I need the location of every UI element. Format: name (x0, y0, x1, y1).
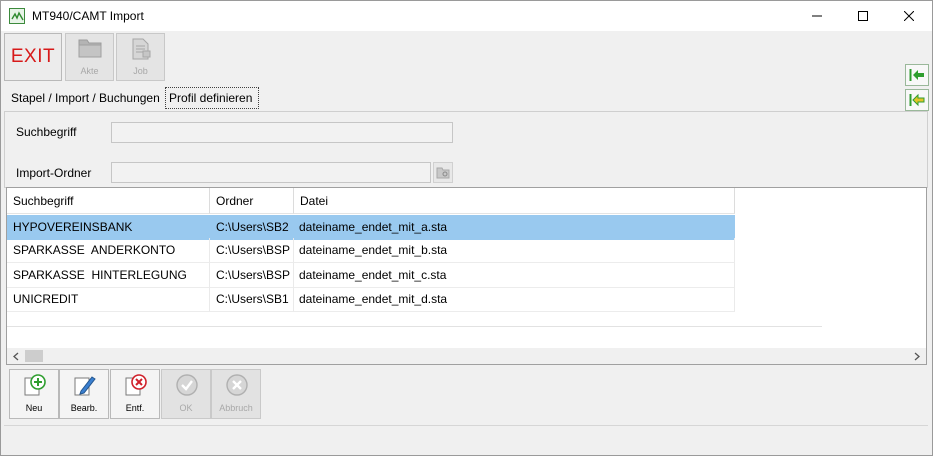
add-icon (24, 374, 46, 396)
folder-browse-icon (436, 167, 450, 178)
browse-folder-button[interactable] (433, 162, 453, 183)
table-row[interactable]: UNICREDIT C:\Users\SB1 dateiname_endet_m… (7, 287, 735, 312)
edit-pencil-icon (74, 376, 96, 396)
column-header-datei[interactable]: Datei (294, 188, 735, 214)
delete-icon (125, 374, 147, 396)
neu-button[interactable]: Neu (9, 369, 59, 419)
arrow-left-green-icon (909, 69, 924, 81)
toolbar: EXIT Akte Job (1, 31, 932, 111)
bearb-label: Bearb. (70, 403, 98, 413)
cell-suchbegriff: UNICREDIT (7, 287, 210, 312)
scroll-thumb[interactable] (25, 350, 43, 362)
exit-button[interactable]: EXIT (4, 33, 62, 81)
akte-label: Akte (80, 66, 99, 76)
cell-datei: dateiname_endet_mit_b.sta (294, 238, 735, 263)
cell-ordner: C:\Users\BSP (210, 238, 294, 263)
suchbegriff-input[interactable] (111, 122, 453, 143)
cell-suchbegriff: SPARKASSE HINTERLEGUNG (7, 263, 210, 288)
column-header-ordner[interactable]: Ordner (210, 188, 294, 214)
abbruch-label: Abbruch (219, 403, 253, 413)
arrow-left-yellow-green-icon (909, 93, 925, 107)
minimize-icon (812, 15, 822, 17)
cell-datei: dateiname_endet_mit_a.sta (294, 215, 735, 240)
chevron-right-icon (914, 352, 920, 360)
bearbeiten-button[interactable]: Bearb. (59, 369, 109, 419)
job-button[interactable]: Job (116, 33, 165, 81)
close-button[interactable] (886, 1, 932, 31)
neu-label: Neu (25, 403, 43, 413)
minimize-button[interactable] (794, 1, 840, 31)
ok-label: OK (179, 403, 193, 413)
check-icon (176, 374, 198, 396)
cell-ordner: C:\Users\SB2 (210, 215, 294, 240)
scroll-left-button[interactable] (11, 351, 21, 361)
akte-button[interactable]: Akte (65, 33, 114, 81)
close-icon (904, 11, 914, 21)
filter-panel: Suchbegriff Import-Ordner (4, 111, 928, 188)
table-row[interactable]: HYPOVEREINSBANK C:\Users\SB2 dateiname_e… (7, 215, 735, 240)
scroll-right-button[interactable] (912, 351, 922, 361)
nav-back-alt-button[interactable] (905, 89, 929, 111)
table-row[interactable]: SPARKASSE HINTERLEGUNG C:\Users\BSP date… (7, 263, 735, 288)
job-label: Job (133, 66, 148, 76)
cell-ordner: C:\Users\SB1 (210, 287, 294, 312)
tab-stapel-import-buchungen[interactable]: Stapel / Import / Buchungen (9, 87, 162, 109)
suchbegriff-label: Suchbegriff (16, 125, 77, 139)
cell-ordner: C:\Users\BSP (210, 263, 294, 288)
cell-datei: dateiname_endet_mit_d.sta (294, 287, 735, 312)
title-bar: MT940/CAMT Import (1, 1, 932, 31)
tab-profil-definieren[interactable]: Profil definieren (165, 87, 259, 109)
entf-label: Entf. (125, 403, 145, 413)
ok-button[interactable]: OK (161, 369, 211, 419)
import-ordner-label: Import-Ordner (16, 166, 92, 180)
grid-divider (7, 326, 822, 327)
status-bar (4, 425, 928, 453)
cell-suchbegriff: SPARKASSE ANDERKONTO (7, 238, 210, 263)
maximize-icon (858, 11, 868, 21)
entfernen-button[interactable]: Entf. (110, 369, 160, 419)
import-ordner-input[interactable] (111, 162, 431, 183)
column-header-suchbegriff[interactable]: Suchbegriff (7, 188, 210, 214)
job-document-icon (132, 38, 151, 60)
nav-back-button[interactable] (905, 64, 929, 86)
app-icon (9, 8, 25, 24)
window-title: MT940/CAMT Import (32, 9, 144, 23)
folder-icon (78, 39, 102, 58)
horizontal-scrollbar[interactable] (7, 348, 926, 364)
maximize-button[interactable] (840, 1, 886, 31)
chevron-left-icon (13, 352, 19, 360)
app-window: MT940/CAMT Import EXIT Akte Job Stapel /… (0, 0, 933, 456)
cell-datei: dateiname_endet_mit_c.sta (294, 263, 735, 288)
profile-grid: Suchbegriff Ordner Datei HYPOVEREINSBANK… (6, 187, 927, 365)
table-row[interactable]: SPARKASSE ANDERKONTO C:\Users\BSP datein… (7, 238, 735, 263)
cell-suchbegriff: HYPOVEREINSBANK (7, 215, 210, 240)
cancel-icon (226, 374, 248, 396)
exit-label: EXIT (10, 46, 56, 67)
abbruch-button[interactable]: Abbruch (211, 369, 261, 419)
